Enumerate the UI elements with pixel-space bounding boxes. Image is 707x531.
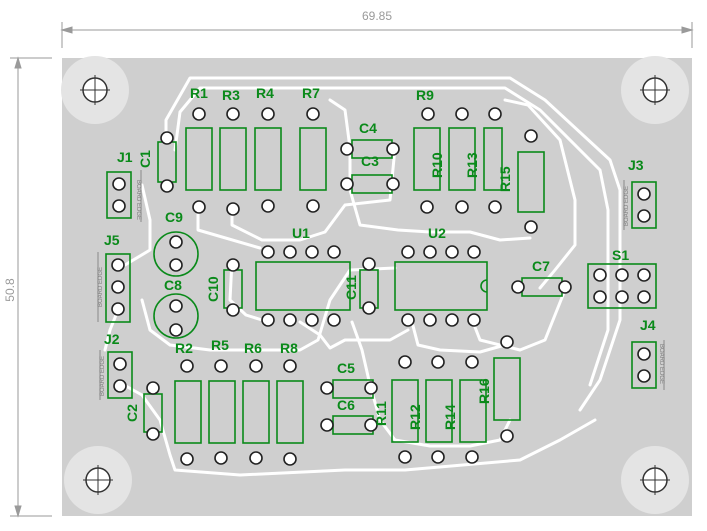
label-r13: R13: [464, 152, 480, 178]
j2-edge-text: BOARD EDGE: [100, 356, 106, 396]
label-r15: R15: [497, 166, 513, 192]
height-label: 50.8: [3, 278, 17, 302]
resistor-r9: [421, 107, 435, 121]
label-r5: R5: [211, 337, 229, 353]
label-c5: C5: [337, 360, 355, 376]
j3-edge-text: BOARD EDGE: [624, 186, 630, 226]
label-c11: C11: [343, 275, 359, 300]
label-j1: J1: [117, 149, 133, 165]
label-r1: R1: [190, 85, 208, 101]
label-c10: C10: [205, 276, 221, 302]
j1-edge-text: BOARD EDGE: [135, 180, 141, 220]
label-u2: U2: [428, 225, 446, 241]
label-r14: R14: [442, 404, 458, 430]
label-r12: R12: [407, 404, 423, 430]
resistor-r11: [398, 355, 412, 369]
label-r3: R3: [222, 87, 240, 103]
label-u1: U1: [292, 225, 310, 241]
label-j3: J3: [628, 157, 644, 173]
label-c2: C2: [124, 404, 140, 422]
label-r7: R7: [302, 85, 320, 101]
label-r11: R11: [373, 401, 389, 426]
label-c3: C3: [361, 153, 379, 169]
label-r10: R10: [429, 152, 445, 178]
label-r6: R6: [244, 340, 262, 356]
pcb-layout-drawing: 69.85 50.8 J1 BOARD EDGE J5 BOARD EDGE J…: [3, 9, 694, 518]
label-r2: R2: [175, 340, 193, 356]
label-c8: C8: [164, 277, 182, 293]
label-j4: J4: [640, 317, 656, 333]
label-j2: J2: [104, 331, 120, 347]
label-c1: C1: [137, 150, 153, 168]
label-c6: C6: [337, 397, 355, 413]
label-c9: C9: [165, 209, 183, 225]
label-r4: R4: [256, 85, 274, 101]
width-dimension: [60, 22, 694, 48]
label-c7: C7: [532, 258, 550, 274]
label-r16: R16: [476, 378, 492, 404]
j4-edge-text: BOARD EDGE: [658, 344, 664, 384]
j5-edge-text: BOARD EDGE: [98, 267, 104, 307]
board: [62, 58, 692, 516]
width-label: 69.85: [362, 9, 392, 23]
label-r8: R8: [280, 340, 298, 356]
label-r9: R9: [416, 87, 434, 103]
label-j5: J5: [104, 232, 120, 248]
label-s1: S1: [612, 247, 629, 263]
label-c4: C4: [359, 120, 377, 136]
